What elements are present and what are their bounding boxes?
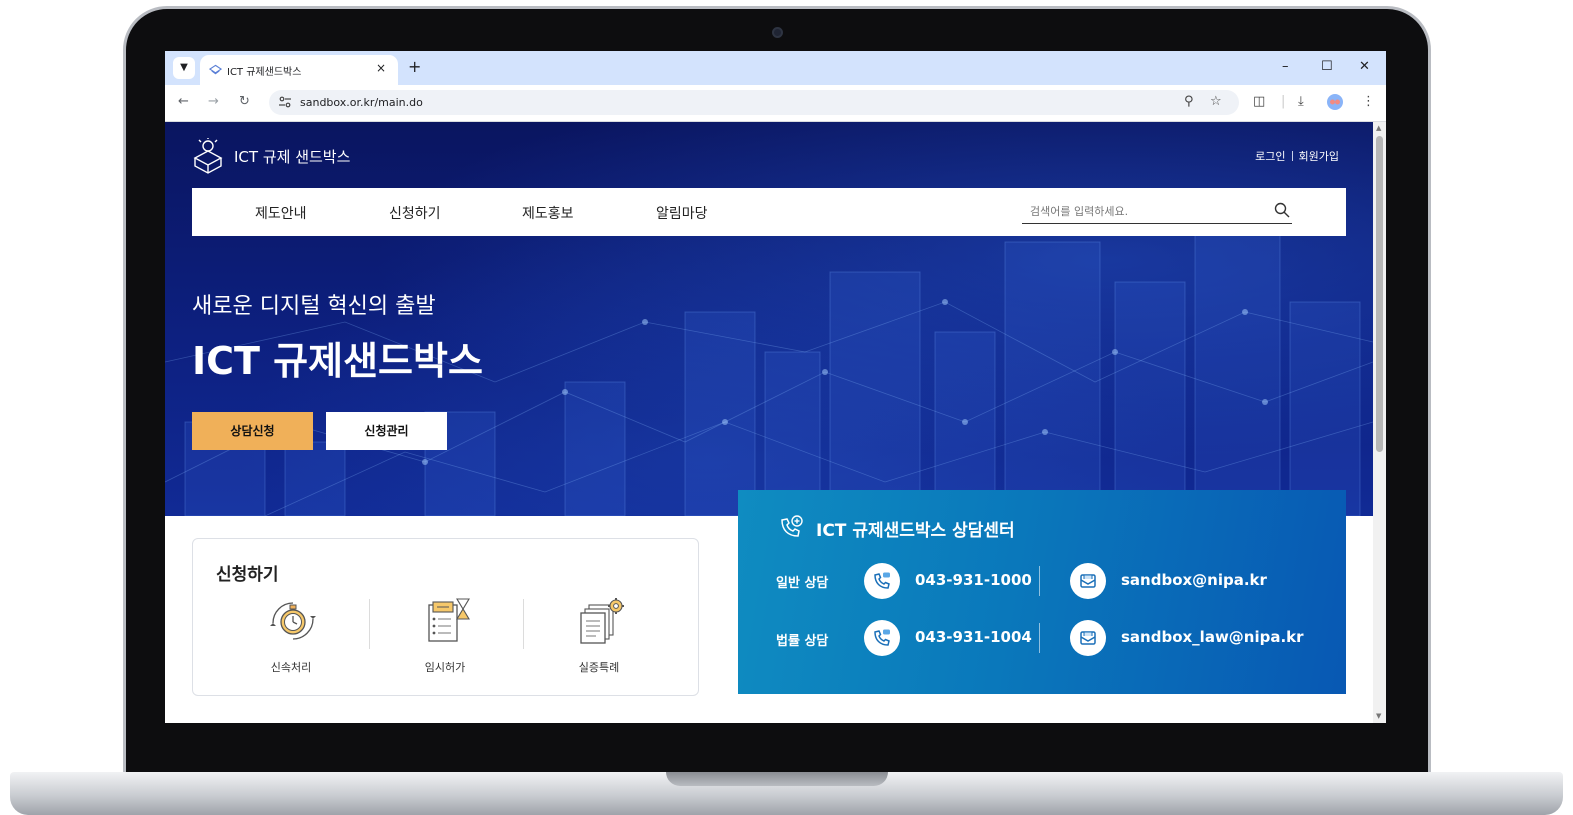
phone-icon [864,620,900,656]
legal-consult-phone[interactable]: 043-931-1004 [915,628,1032,646]
apply-item-label: 신속처리 [270,661,312,674]
site-info-icon[interactable] [278,95,292,109]
general-consult-email[interactable]: sandbox@nipa.kr [1121,571,1267,589]
document-hourglass-icon [428,598,470,642]
row-divider [1039,566,1040,596]
apply-card-title: 신청하기 [216,565,279,585]
zoom-icon[interactable]: ⚲ [1184,94,1194,109]
mail-icon [1070,563,1106,599]
phone-icon [864,563,900,599]
general-consult-label: 일반 상담 [776,576,829,591]
tab-strip: ▼ ICT 규제샌드박스 × + – ☐ ✕ [165,51,1386,85]
apply-divider [523,599,524,649]
maximize-icon[interactable]: ☐ [1321,59,1333,74]
close-window-icon[interactable]: ✕ [1359,59,1370,74]
browser-window: ▼ ICT 규제샌드박스 × + – ☐ ✕ ← → ↻ sandbox.or.… [165,51,1386,723]
web-page: ICT 규제 샌드박스 로그인 회원가입 제도안내 신청하기 제도홍보 알림마당 … [165,122,1373,723]
scroll-thumb[interactable] [1376,136,1383,452]
documents-gear-icon [580,598,624,644]
apply-item-fast-track[interactable]: 신속처리 [241,597,341,677]
scroll-down-icon[interactable]: ▼ [1376,712,1381,720]
tab-title: ICT 규제샌드박스 [227,67,302,78]
url-text: sandbox.or.kr/main.do [300,96,423,109]
search-input[interactable] [1022,201,1252,222]
apply-item-label: 임시허가 [424,661,466,674]
hero-subtitle: 새로운 디지털 혁신의 출발 [192,294,436,319]
star-icon[interactable]: ☆ [1210,94,1222,109]
back-icon[interactable]: ← [178,94,189,109]
logo-text[interactable]: ICT 규제 샌드박스 [234,146,350,167]
legal-consult-email[interactable]: sandbox_law@nipa.kr [1121,628,1304,646]
phone-plus-icon [781,515,803,537]
apply-item-demonstration[interactable]: 실증특례 [549,597,649,677]
nav-item-promotion[interactable]: 제도홍보 [522,203,574,223]
consultation-center-title: ICT 규제샌드박스 상담센터 [816,521,1015,541]
apply-card: 신청하기 신속처리 임시허가 실증특례 [192,538,699,696]
utility-links: 로그인 회원가입 [1255,148,1339,164]
apply-item-label: 실증특례 [578,661,620,674]
search-box [1022,200,1292,224]
util-divider [1291,151,1293,161]
hero-section: ICT 규제 샌드박스 로그인 회원가입 제도안내 신청하기 제도홍보 알림마당 … [165,122,1373,516]
minimize-icon[interactable]: – [1282,59,1289,74]
forward-icon[interactable]: → [208,94,219,109]
consultation-center: ICT 규제샌드박스 상담센터 일반 상담 043-931-1000 sandb… [738,490,1346,694]
download-icon[interactable]: ⤓ [1298,94,1304,109]
search-icon[interactable] [1274,202,1290,218]
favicon-icon [209,64,222,75]
nav-item-notice[interactable]: 알림마당 [656,203,708,223]
browser-tab[interactable]: ICT 규제샌드박스 × [200,55,398,85]
reload-icon[interactable]: ↻ [239,94,250,109]
stopwatch-icon [270,602,316,640]
nav-item-system-guide[interactable]: 제도안내 [255,203,307,223]
camera [772,27,783,38]
mail-icon [1070,620,1106,656]
tab-close-icon[interactable]: × [376,61,386,75]
signup-link[interactable]: 회원가입 [1299,150,1339,163]
scroll-up-icon[interactable]: ▲ [1376,124,1381,132]
extensions-icon[interactable]: ◫ [1253,94,1265,109]
tab-menu-icon[interactable]: ▼ [173,57,195,79]
menu-icon[interactable]: ⋮ [1362,94,1375,109]
application-manage-button[interactable]: 신청관리 [326,412,447,450]
address-bar[interactable]: sandbox.or.kr/main.do ⚲ ☆ [269,90,1239,115]
logo-icon [193,138,223,174]
hero-title: ICT 규제샌드박스 [192,339,483,383]
nav-item-apply[interactable]: 신청하기 [389,203,441,223]
main-navigation: 제도안내 신청하기 제도홍보 알림마당 [192,188,1346,236]
apply-item-temporary-permit[interactable]: 임시허가 [395,597,495,677]
consult-request-button[interactable]: 상담신청 [192,412,313,450]
page-scrollbar[interactable]: ▲ ▼ [1373,122,1386,723]
login-link[interactable]: 로그인 [1255,150,1285,163]
row-divider [1039,623,1040,653]
toolbar-divider: | [1281,94,1286,109]
legal-consult-label: 법률 상담 [776,634,829,649]
profile-icon[interactable] [1326,93,1344,111]
apply-divider [369,599,370,649]
new-tab-button[interactable]: + [408,57,421,76]
laptop-hinge-notch [666,772,888,786]
general-consult-phone[interactable]: 043-931-1000 [915,571,1032,589]
browser-toolbar: ← → ↻ sandbox.or.kr/main.do ⚲ ☆ ◫ | ⤓ ⋮ [165,85,1386,122]
